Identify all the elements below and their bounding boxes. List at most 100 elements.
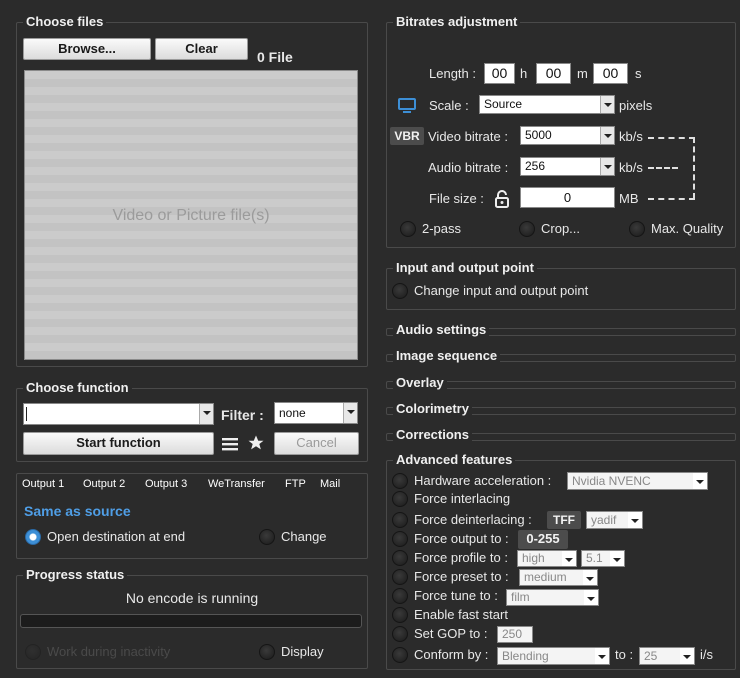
audio-bitrate-select[interactable]: 256	[520, 157, 615, 176]
scale-label: Scale :	[429, 98, 469, 113]
force-deinterlacing-label: Force deinterlacing :	[414, 512, 532, 527]
destination-link[interactable]: Same as source	[24, 503, 131, 519]
start-function-button[interactable]: Start function	[23, 432, 214, 455]
tune-select[interactable]: film	[506, 589, 599, 606]
hours-unit: h	[520, 66, 528, 81]
tff-badge[interactable]: TFF	[547, 511, 581, 529]
fps-select[interactable]: 25	[639, 647, 695, 665]
force-tune-label: Force tune to :	[414, 588, 498, 603]
deinterlace-select[interactable]: yadif	[586, 511, 643, 529]
audio-bitrate-unit: kb/s	[619, 160, 643, 175]
monitor-icon[interactable]	[398, 98, 416, 114]
filter-select[interactable]: none	[274, 402, 358, 424]
two-pass-label: 2-pass	[422, 221, 462, 236]
force-deinterlacing-radio[interactable]	[392, 512, 408, 528]
tab-ftp[interactable]: FTP	[285, 478, 306, 490]
file-size-label: File size :	[429, 191, 484, 206]
file-size-field[interactable]: 0	[520, 187, 615, 208]
preset-select[interactable]: medium	[519, 569, 598, 586]
tab-wetransfer[interactable]: WeTransfer	[208, 478, 265, 490]
tune-value: film	[511, 590, 530, 604]
audio-settings-title: Audio settings	[393, 322, 490, 337]
io-point-title: Input and output point	[393, 260, 537, 275]
star-icon[interactable]	[247, 434, 265, 452]
level-value: 5.1	[586, 551, 603, 565]
audio-bitrate-label: Audio bitrate :	[428, 160, 509, 175]
conform-label: Conform by :	[414, 647, 489, 662]
work-inactivity-radio	[25, 644, 41, 660]
force-interlacing-label: Force interlacing	[414, 491, 511, 506]
level-select[interactable]: 5.1	[581, 550, 625, 567]
force-preset-radio[interactable]	[392, 569, 408, 585]
progress-bar	[20, 614, 362, 628]
length-hours-field[interactable]: 00	[484, 63, 515, 84]
unlock-icon[interactable]	[494, 189, 512, 209]
tab-output-3[interactable]: Output 3	[145, 478, 187, 490]
gop-field[interactable]: 250	[497, 626, 533, 643]
force-output-radio[interactable]	[392, 531, 408, 547]
set-gop-label: Set GOP to :	[414, 626, 488, 641]
overlay-title: Overlay	[393, 375, 447, 390]
hw-accel-radio[interactable]	[392, 473, 408, 489]
function-select[interactable]	[23, 403, 214, 425]
chevron-down-icon	[584, 590, 598, 605]
hw-accel-select[interactable]: Nvidia NVENC	[567, 472, 708, 490]
pixels-unit: pixels	[619, 98, 653, 113]
audio-bitrate-value: 256	[525, 159, 546, 173]
file-drop-zone[interactable]: Video or Picture file(s)	[24, 70, 358, 360]
force-profile-radio[interactable]	[392, 550, 408, 566]
set-gop-radio[interactable]	[392, 626, 408, 642]
corrections-section[interactable]: Corrections	[386, 427, 736, 442]
file-size-unit: MB	[619, 191, 639, 206]
corrections-title: Corrections	[393, 427, 472, 442]
display-radio[interactable]	[259, 644, 275, 660]
chevron-down-icon	[199, 404, 213, 424]
image-sequence-section[interactable]: Image sequence	[386, 348, 736, 363]
profile-select[interactable]: high	[517, 550, 577, 567]
fast-start-radio[interactable]	[392, 607, 408, 623]
scale-select[interactable]: Source	[479, 95, 615, 114]
cancel-button[interactable]: Cancel	[274, 432, 359, 455]
video-bitrate-select[interactable]: 5000	[520, 126, 615, 145]
chevron-down-icon	[343, 403, 357, 423]
max-quality-radio[interactable]	[629, 221, 645, 237]
chevron-down-icon	[693, 473, 707, 489]
crop-radio[interactable]	[519, 221, 535, 237]
change-destination-radio[interactable]	[259, 529, 275, 545]
chevron-down-icon	[610, 551, 624, 566]
filter-select-value: none	[279, 406, 306, 420]
conform-radio[interactable]	[392, 647, 408, 663]
open-destination-radio[interactable]	[25, 529, 41, 545]
conform-select[interactable]: Blending	[497, 647, 610, 665]
tab-output-2[interactable]: Output 2	[83, 478, 125, 490]
force-preset-label: Force preset to :	[414, 569, 509, 584]
length-minutes-field[interactable]: 00	[536, 63, 571, 84]
browse-button[interactable]: Browse...	[23, 38, 151, 60]
two-pass-radio[interactable]	[400, 221, 416, 237]
tab-output-1[interactable]: Output 1	[22, 478, 64, 490]
audio-settings-section[interactable]: Audio settings	[386, 322, 736, 337]
force-tune-radio[interactable]	[392, 588, 408, 604]
chevron-down-icon	[583, 570, 597, 585]
choose-files-title: Choose files	[23, 14, 107, 29]
overlay-section[interactable]: Overlay	[386, 375, 736, 390]
file-count: 0 File	[257, 49, 293, 65]
clear-button[interactable]: Clear	[155, 38, 248, 60]
colorimetry-section[interactable]: Colorimetry	[386, 401, 736, 416]
video-bitrate-value: 5000	[525, 128, 552, 142]
scale-select-value: Source	[484, 97, 523, 111]
force-interlacing-radio[interactable]	[392, 491, 408, 507]
open-destination-label: Open destination at end	[47, 529, 186, 544]
vbr-badge[interactable]: VBR	[390, 127, 424, 145]
work-inactivity-label: Work during inactivity	[47, 644, 171, 659]
progress-status-text: No encode is running	[125, 590, 259, 606]
bitrates-title: Bitrates adjustment	[393, 14, 521, 29]
list-menu-icon[interactable]	[222, 437, 238, 451]
colorimetry-title: Colorimetry	[393, 401, 472, 416]
io-point-radio[interactable]	[392, 283, 408, 299]
hw-accel-value: Nvidia NVENC	[572, 474, 651, 488]
dropzone-text: Video or Picture file(s)	[112, 207, 270, 224]
length-seconds-field[interactable]: 00	[593, 63, 628, 84]
tab-mail[interactable]: Mail	[320, 478, 340, 490]
output-range-badge[interactable]: 0-255	[518, 530, 568, 549]
